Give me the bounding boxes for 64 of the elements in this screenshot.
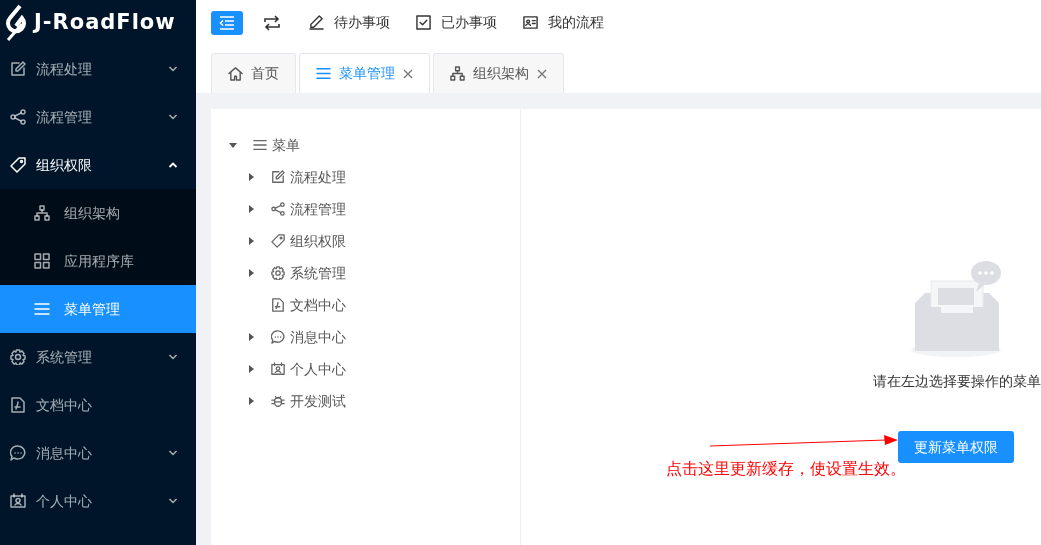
edit-icon [271,170,285,184]
list-icon [34,301,50,317]
pen-icon [309,15,324,30]
toolbar-link[interactable]: 我的流程 [523,12,604,33]
sidebar-menu-item[interactable]: 系统管理 [0,333,196,381]
id-card-icon [271,362,285,376]
close-icon[interactable] [537,68,547,79]
hierarchy-icon [450,66,465,81]
caret-right-icon[interactable] [246,332,256,342]
tree-node[interactable]: 菜单 [211,129,520,161]
caret-right-icon[interactable] [246,268,256,278]
empty-message: 请在左边选择要操作的菜单 [873,372,1041,391]
tab[interactable]: 首页 [211,53,296,93]
sidebar-menu-item[interactable]: 文档中心 [0,381,196,429]
share-icon [271,202,285,216]
toolbar-link[interactable]: 待办事项 [309,12,390,33]
list-icon [253,138,267,152]
caret-right-icon[interactable] [246,172,256,182]
document-icon [10,397,26,413]
menu-fold-icon [219,15,235,30]
tag-icon [10,157,26,173]
grid-icon [34,253,50,269]
hierarchy-icon [34,205,50,221]
id-card-icon [10,493,26,509]
sidebar-menu-item[interactable]: 组织权限 [0,141,196,189]
tree-node[interactable]: 文档中心 [211,289,520,321]
bug-icon [271,394,285,408]
settings-icon [10,349,26,365]
checkbox-icon [416,15,431,30]
chat-icon [271,330,285,344]
chat-icon [10,445,26,461]
tag-icon [271,234,285,248]
tree-node[interactable]: 流程管理 [211,193,520,225]
share-icon [10,109,26,125]
tree-node[interactable]: 个人中心 [211,353,520,385]
home-icon [228,66,243,81]
logo-text: J-RoadFlow [34,8,176,36]
contact-card-icon [523,15,538,30]
tree-node[interactable]: 组织权限 [211,225,520,257]
sidebar-menu-item[interactable]: 消息中心 [0,429,196,477]
settings-icon [271,266,285,280]
caret-right-icon[interactable] [246,396,256,406]
caret-right-icon[interactable] [246,236,256,246]
edit-icon [10,61,26,77]
close-icon[interactable] [403,68,413,79]
tree-node[interactable]: 系统管理 [211,257,520,289]
sidebar-menu-item[interactable]: 个人中心 [0,477,196,525]
sidebar-submenu-item[interactable]: 组织架构 [0,189,196,237]
caret-right-icon[interactable] [246,364,256,374]
tab[interactable]: 组织架构 [433,53,564,93]
sidebar-menu-item[interactable]: 流程管理 [0,93,196,141]
swap-icon[interactable] [263,14,281,31]
document-icon [271,298,285,312]
collapse-button[interactable] [211,10,243,35]
tree-node[interactable]: 流程处理 [211,161,520,193]
caret-down-icon[interactable] [228,140,238,150]
logo-icon [4,3,26,42]
sidebar-menu-item[interactable]: 流程处理 [0,45,196,93]
tree-node[interactable]: 开发测试 [211,385,520,417]
tree-node[interactable]: 消息中心 [211,321,520,353]
caret-right-icon[interactable] [246,204,256,214]
sidebar-submenu-item[interactable]: 应用程序库 [0,237,196,285]
toolbar-link[interactable]: 已办事项 [416,12,497,33]
list-icon [316,66,331,81]
